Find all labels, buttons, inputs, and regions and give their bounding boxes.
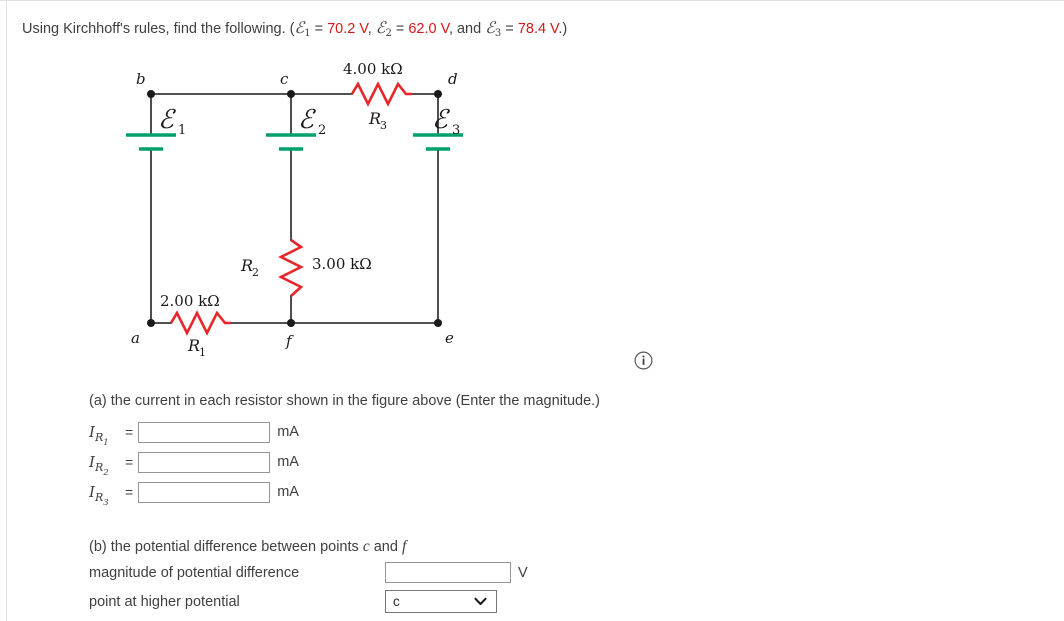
emf-3-figure-symbol: ℰ (432, 105, 450, 135)
resistor-r2-subscript: 2 (252, 266, 259, 279)
part-b-prompt: (b) the potential difference between poi… (89, 538, 406, 556)
stem-separator-1: , (367, 21, 376, 37)
answer-row-r2: IR2 = mA (89, 447, 299, 478)
node-label-a: a (131, 329, 140, 347)
current-r2-input[interactable] (138, 451, 271, 473)
emf-2-figure-subscript: 2 (318, 123, 326, 138)
magnitude-row: magnitude of potential difference V (89, 562, 528, 583)
emf-label-3: ℰ 3 (432, 105, 460, 138)
current-r3-label: IR3 (89, 483, 125, 508)
current-r3-unit: mA (277, 484, 299, 500)
node-dot-a (147, 319, 155, 327)
node-dot-f (287, 319, 295, 327)
battery-2-symbol (266, 133, 316, 151)
emf-label-2: ℰ 2 (298, 105, 326, 138)
current-r1-index: 1 (103, 438, 109, 448)
current-r3-subscript: R (94, 491, 104, 504)
magnitude-input[interactable] (385, 562, 511, 583)
current-r3-index: 3 (103, 498, 109, 508)
part-b-point-c: c (362, 538, 370, 555)
part-a-answer-rows: IR1 = mA IR2 = mA IR3 = mA (89, 417, 299, 508)
answer-row-r1: IR1 = mA (89, 417, 299, 448)
emf-1-figure-symbol: ℰ (158, 105, 176, 135)
current-r1-input[interactable] (138, 421, 271, 443)
resistor-r1-name: R 1 (187, 336, 206, 359)
current-r1-label: IR1 (89, 423, 125, 448)
higher-potential-select[interactable]: c (385, 590, 497, 613)
higher-potential-row: point at higher potential c (89, 590, 497, 613)
node-dot-b (147, 90, 155, 98)
current-r2-index: 2 (103, 468, 109, 478)
circuit-diagram-figure: b c d a f e ℰ 1 ℰ 2 ℰ 3 4.00 kΩ R 3 R 2 … (100, 58, 520, 368)
node-dot-e (434, 319, 442, 327)
battery-1-symbol (126, 133, 176, 151)
emf-2-figure-symbol: ℰ (298, 105, 316, 135)
emf-label-1: ℰ 1 (158, 105, 186, 138)
current-r2-subscript: R (94, 461, 104, 474)
node-label-c: c (280, 70, 289, 88)
emf-2-value: 62.0 V (408, 21, 449, 37)
information-icon[interactable] (634, 351, 653, 370)
resistor-r2-value: 3.00 kΩ (312, 255, 372, 273)
page-top-divider (0, 0, 1064, 1)
resistor-r3-subscript: 3 (380, 119, 387, 132)
emf-2-equals: = (391, 21, 409, 37)
node-label-b: b (136, 70, 146, 88)
resistor-r1-value: 2.00 kΩ (160, 292, 220, 310)
current-r1-equals: = (125, 424, 134, 440)
chevron-down-icon (474, 593, 487, 611)
node-label-f: f (285, 332, 294, 350)
node-dot-c (287, 90, 295, 98)
higher-potential-selected-value: c (393, 594, 400, 609)
emf-3-symbol: ℰ (485, 18, 495, 37)
resistor-r3-zigzag (350, 81, 412, 107)
emf-1-value: 70.2 V (327, 21, 368, 37)
current-r2-equals: = (125, 454, 134, 470)
resistor-r3-value: 4.00 kΩ (343, 60, 403, 78)
emf-3-value: 78.4 V (517, 21, 559, 37)
higher-potential-label: point at higher potential (89, 593, 240, 610)
current-r2-label: IR2 (89, 453, 125, 478)
stem-separator-2: , and (448, 21, 486, 37)
emf-3-figure-subscript: 3 (452, 123, 460, 138)
resistor-r1-subscript: 1 (199, 346, 206, 359)
stem-lead-text: Using Kirchhoff's rules, find the follow… (22, 21, 295, 37)
current-r3-equals: = (125, 484, 134, 500)
node-dot-d (434, 90, 442, 98)
stem-tail-text: .) (558, 21, 568, 37)
magnitude-unit: V (518, 564, 528, 581)
question-stem: Using Kirchhoff's rules, find the follow… (22, 18, 567, 39)
part-a-prompt: (a) the current in each resistor shown i… (89, 393, 600, 409)
current-r1-unit: mA (277, 424, 299, 440)
part-b-prompt-lead: (b) the potential difference between poi… (89, 539, 363, 555)
emf-1-equals: = (310, 21, 328, 37)
current-r2-unit: mA (277, 454, 299, 470)
emf-1-symbol: ℰ (294, 18, 305, 37)
part-b-point-f: f (401, 538, 407, 555)
resistor-r2-zigzag (278, 238, 304, 297)
part-b-prompt-mid: and (369, 539, 402, 555)
answer-row-r3: IR3 = mA (89, 477, 299, 508)
resistor-r2-name: R 2 (240, 256, 259, 279)
page-left-divider (6, 1, 7, 621)
current-r3-input[interactable] (138, 481, 271, 503)
resistor-r1-zigzag (169, 310, 231, 336)
magnitude-label: magnitude of potential difference (89, 564, 300, 581)
emf-1-figure-subscript: 1 (178, 123, 186, 138)
emf-3-equals: = (501, 21, 518, 37)
node-label-d: d (448, 70, 458, 88)
resistor-r3-name: R 3 (368, 109, 387, 132)
current-r1-subscript: R (94, 431, 104, 444)
emf-2-symbol: ℰ (375, 18, 386, 37)
node-label-e: e (445, 329, 454, 347)
